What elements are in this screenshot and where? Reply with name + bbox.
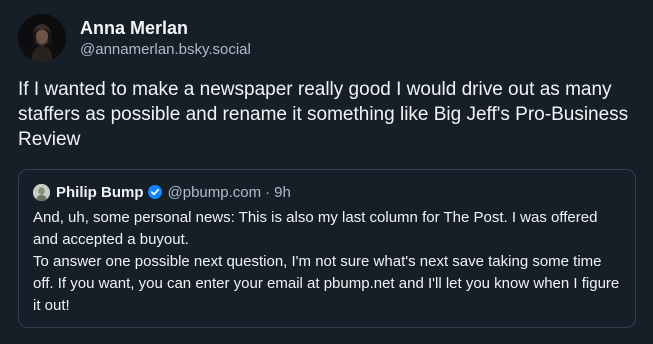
- quote-avatar-photo-icon: [33, 183, 50, 201]
- quote-separator: ·: [265, 183, 271, 201]
- quote-paragraph: And, uh, some personal news: This is als…: [33, 209, 598, 248]
- avatar-photo-icon: [18, 14, 66, 62]
- quoted-post[interactable]: Philip Bump @pbump.com · 9h And, uh, som…: [18, 169, 636, 328]
- quote-avatar[interactable]: [33, 183, 50, 201]
- post-text: If I wanted to make a newspaper really g…: [18, 79, 629, 150]
- verified-check-icon: [147, 185, 162, 199]
- quote-body: And, uh, some personal news: This is als…: [33, 207, 621, 317]
- author-handle[interactable]: @annamerlan.bsky.social: [80, 40, 251, 60]
- quote-paragraph: To answer one possible next question, I'…: [33, 253, 620, 314]
- quote-handle[interactable]: @pbump.com: [168, 184, 262, 201]
- author-row: Anna Merlan @annamerlan.bsky.social: [18, 14, 251, 62]
- author-meta: Anna Merlan @annamerlan.bsky.social: [80, 17, 251, 60]
- post-card[interactable]: Anna Merlan @annamerlan.bsky.social If I…: [0, 0, 653, 344]
- quote-header: Philip Bump @pbump.com · 9h: [33, 182, 621, 202]
- avatar[interactable]: [18, 14, 66, 62]
- quote-timestamp[interactable]: 9h: [274, 184, 291, 201]
- author-display-name[interactable]: Anna Merlan: [80, 17, 251, 39]
- quote-display-name[interactable]: Philip Bump: [56, 184, 144, 201]
